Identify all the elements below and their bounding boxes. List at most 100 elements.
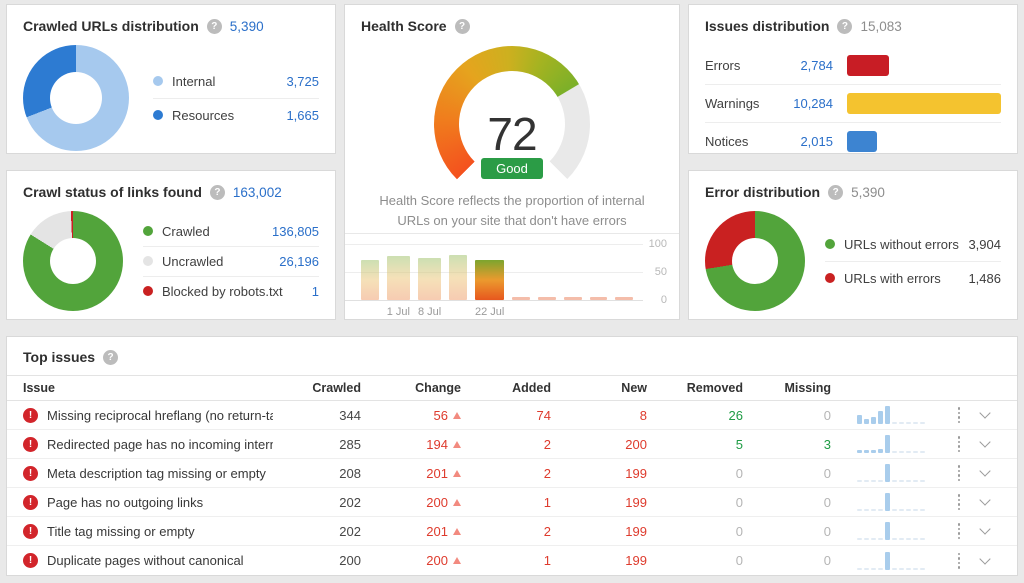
legend: URLs without errors 3,904 URLs with erro… xyxy=(825,228,1001,295)
change-value[interactable]: 194 xyxy=(361,437,461,452)
card-title: Crawled URLs distribution xyxy=(23,18,199,34)
legend-value[interactable]: 3,725 xyxy=(286,74,319,89)
issues-bar-list: Errors 2,784 Warnings 10,284 Notices 2,0… xyxy=(689,43,1017,160)
table-header: Issue Crawled Change Added New Removed M… xyxy=(7,375,1017,401)
row-expand-chevron[interactable] xyxy=(967,413,1003,417)
sparkline xyxy=(831,406,951,424)
sparkline-dash xyxy=(878,568,883,570)
trend-x-label: 1 Jul xyxy=(387,300,410,318)
table-row: !Meta description tag missing or empty20… xyxy=(7,459,1017,488)
row-expand-chevron[interactable] xyxy=(967,471,1003,475)
help-icon[interactable]: ? xyxy=(828,185,843,200)
sparkline xyxy=(831,464,951,482)
issues-value[interactable]: 10,284 xyxy=(791,96,847,111)
legend-label: Blocked by robots.txt xyxy=(162,284,303,299)
change-value[interactable]: 56 xyxy=(361,408,461,423)
change-value[interactable]: 201 xyxy=(361,466,461,481)
added-value[interactable]: 2 xyxy=(461,524,551,539)
change-value[interactable]: 201 xyxy=(361,524,461,539)
sparkline-dash xyxy=(906,451,911,453)
legend-value[interactable]: 26,196 xyxy=(279,254,319,269)
row-expand-chevron[interactable] xyxy=(967,559,1003,563)
removed-value[interactable]: 26 xyxy=(647,408,743,423)
column-header-new: New xyxy=(551,381,647,395)
row-expand-chevron[interactable] xyxy=(967,500,1003,504)
added-value[interactable]: 1 xyxy=(461,553,551,568)
sparkline-dash xyxy=(857,538,862,540)
legend-value[interactable]: 1 xyxy=(312,284,319,299)
new-value[interactable]: 199 xyxy=(551,524,647,539)
legend-value: 3,904 xyxy=(968,237,1001,252)
removed-value[interactable]: 5 xyxy=(647,437,743,452)
issue-link[interactable]: Redirected page has no incoming internal… xyxy=(47,437,273,452)
issue-link[interactable]: Meta description tag missing or empty xyxy=(47,466,266,481)
sparkline-dash xyxy=(906,422,911,424)
added-value[interactable]: 2 xyxy=(461,437,551,452)
row-menu-kebab[interactable] xyxy=(951,436,967,452)
legend-value[interactable]: 1,665 xyxy=(286,108,319,123)
issues-row-notices: Notices 2,015 xyxy=(705,123,1001,160)
new-value[interactable]: 200 xyxy=(551,437,647,452)
notices-bar xyxy=(847,131,877,152)
row-expand-chevron[interactable] xyxy=(967,442,1003,446)
row-menu-kebab[interactable] xyxy=(951,553,967,569)
added-value[interactable]: 74 xyxy=(461,408,551,423)
warnings-bar xyxy=(847,93,1001,114)
new-value[interactable]: 199 xyxy=(551,466,647,481)
errors-bar xyxy=(847,55,889,76)
row-menu-kebab[interactable] xyxy=(951,494,967,510)
help-icon[interactable]: ? xyxy=(207,19,222,34)
issues-row-warnings: Warnings 10,284 xyxy=(705,85,1001,123)
help-icon[interactable]: ? xyxy=(837,19,852,34)
sparkline-bar xyxy=(857,450,862,453)
help-icon[interactable]: ? xyxy=(455,19,470,34)
help-icon[interactable]: ? xyxy=(210,185,225,200)
legend-item-crawled: Crawled 136,805 xyxy=(143,217,319,247)
sparkline-dash xyxy=(864,538,869,540)
error-distribution-donut-chart xyxy=(705,211,805,311)
issue-link[interactable]: Page has no outgoing links xyxy=(47,495,203,510)
health-trend-bar xyxy=(387,256,410,300)
sparkline-dash xyxy=(892,568,897,570)
links-found-total[interactable]: 163,002 xyxy=(233,185,282,200)
sparkline-dash xyxy=(899,422,904,424)
new-value[interactable]: 199 xyxy=(551,553,647,568)
card-title: Crawl status of links found xyxy=(23,184,202,200)
health-trend-bar xyxy=(538,297,556,300)
added-value[interactable]: 1 xyxy=(461,495,551,510)
issue-link[interactable]: Missing reciprocal hreflang (no return-t… xyxy=(47,408,273,423)
row-menu-kebab[interactable] xyxy=(951,523,967,539)
change-value[interactable]: 200 xyxy=(361,495,461,510)
health-trend-bar xyxy=(418,258,441,300)
crawled-urls-total[interactable]: 5,390 xyxy=(230,19,264,34)
legend-item-uncrawled: Uncrawled 26,196 xyxy=(143,247,319,277)
issue-link[interactable]: Title tag missing or empty xyxy=(47,524,195,539)
missing-value: 0 xyxy=(743,524,831,539)
removed-value: 0 xyxy=(647,466,743,481)
error-icon: ! xyxy=(23,495,38,510)
sparkline-dash xyxy=(920,538,925,540)
change-value[interactable]: 200 xyxy=(361,553,461,568)
new-value[interactable]: 8 xyxy=(551,408,647,423)
sparkline xyxy=(831,435,951,453)
issue-link[interactable]: Duplicate pages without canonical xyxy=(47,553,244,568)
sparkline-bar xyxy=(864,419,869,424)
row-expand-chevron[interactable] xyxy=(967,529,1003,533)
sparkline-dash xyxy=(857,509,862,511)
added-value[interactable]: 2 xyxy=(461,466,551,481)
issues-value[interactable]: 2,015 xyxy=(791,134,847,149)
trend-slot: 22 Jul xyxy=(475,244,504,318)
health-trend-bar xyxy=(590,297,608,300)
legend-item-without-errors: URLs without errors 3,904 xyxy=(825,228,1001,262)
sparkline-dash xyxy=(899,538,904,540)
help-icon[interactable]: ? xyxy=(103,350,118,365)
missing-value[interactable]: 3 xyxy=(743,437,831,452)
crawl-status-card: Crawl status of links found ? 163,002 Cr… xyxy=(6,170,336,320)
missing-value: 0 xyxy=(743,495,831,510)
health-score-value: 72 xyxy=(345,111,679,157)
row-menu-kebab[interactable] xyxy=(951,465,967,481)
new-value[interactable]: 199 xyxy=(551,495,647,510)
legend-value[interactable]: 136,805 xyxy=(272,224,319,239)
row-menu-kebab[interactable] xyxy=(951,407,967,423)
issues-value[interactable]: 2,784 xyxy=(791,58,847,73)
